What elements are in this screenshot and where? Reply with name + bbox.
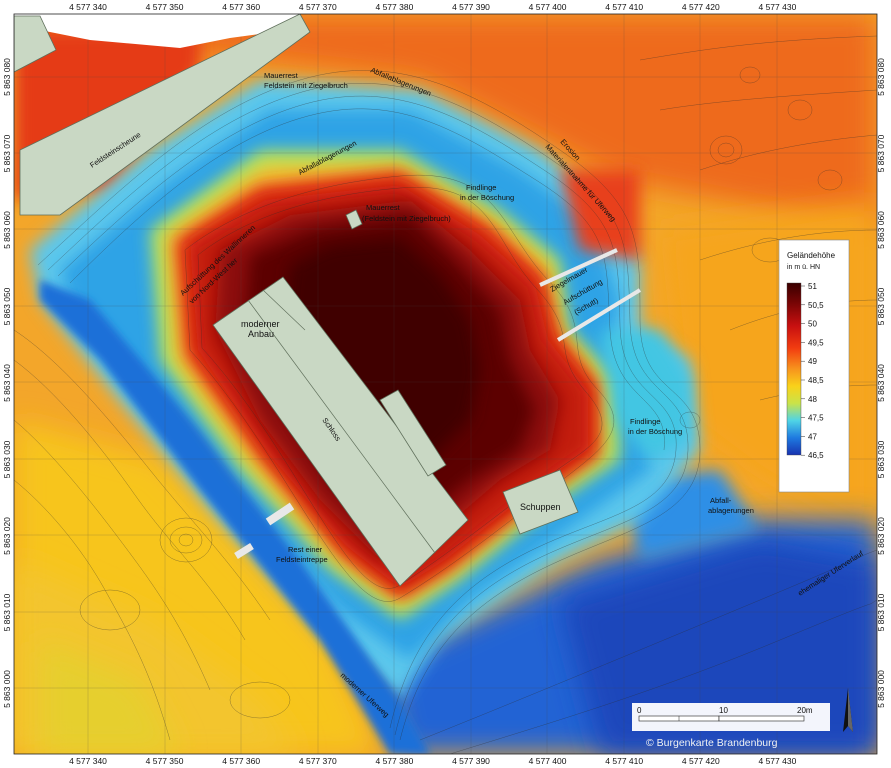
x-tick-label-bottom: 4 577 360 (222, 756, 260, 766)
label-mauerrest-mid-2: (Feldstein mit Ziegelbruch) (362, 214, 451, 223)
y-tick-label-left: 5 863 060 (2, 211, 12, 249)
y-tick-label-right: 5 863 040 (876, 364, 886, 402)
x-tick-label-bottom: 4 577 400 (529, 756, 567, 766)
x-tick-label-bottom: 4 577 390 (452, 756, 490, 766)
x-tick-label-top: 4 577 430 (758, 2, 796, 12)
label-mauerrest-top-2: Feldstein mit Ziegelbruch (264, 81, 348, 90)
scale-bar: 0 10 20m (632, 703, 830, 731)
elevation-legend: Geländehöhe in m ü. HN 51 50,5 50 49,5 49 48,… (778, 239, 850, 493)
y-tick-label-right: 5 863 050 (876, 287, 886, 325)
elevation-raster: Feldsteinscheune Mauerrest Feldstein mit… (14, 14, 877, 754)
y-tick-label-right: 5 863 000 (876, 670, 886, 708)
y-tick-label-right: 5 863 080 (876, 58, 886, 96)
legend-color-ramp (786, 282, 802, 456)
label-mauerrest-mid: Mauerrest (366, 203, 401, 212)
label-schuppen: Schuppen (520, 502, 561, 512)
y-tick-label-left: 5 863 080 (2, 58, 12, 96)
x-tick-label-top: 4 577 360 (222, 2, 260, 12)
scale-label-0: 0 (637, 706, 642, 715)
legend-value: 50,5 (808, 301, 824, 310)
scale-label-20: 20m (797, 706, 813, 715)
y-tick-label-right: 5 863 060 (876, 211, 886, 249)
y-tick-label-left: 5 863 000 (2, 670, 12, 708)
x-tick-label-bottom: 4 577 340 (69, 756, 107, 766)
y-tick-label-left: 5 863 050 (2, 287, 12, 325)
elevation-map: Feldsteinscheune Mauerrest Feldstein mit… (0, 0, 891, 768)
y-tick-label-left: 5 863 070 (2, 134, 12, 172)
x-tick-label-top: 4 577 400 (529, 2, 567, 12)
x-tick-label-bottom: 4 577 430 (758, 756, 796, 766)
y-axis-left: 5 863 080 5 863 070 5 863 060 5 863 050 5 86… (2, 58, 12, 708)
label-findlinge-2: Findlinge (630, 417, 660, 426)
y-tick-label-left: 5 863 020 (2, 517, 12, 555)
y-axis-right: 5 863 080 5 863 070 5 863 060 5 863 050 5 86… (876, 58, 886, 708)
legend-value: 47,5 (808, 414, 824, 423)
x-tick-label-bottom: 4 577 350 (146, 756, 184, 766)
x-tick-label-bottom: 4 577 380 (375, 756, 413, 766)
x-tick-label-top: 4 577 350 (146, 2, 184, 12)
scale-label-10: 10 (719, 706, 728, 715)
x-tick-label-top: 4 577 340 (69, 2, 107, 12)
y-tick-label-left: 5 863 040 (2, 364, 12, 402)
y-tick-label-right: 5 863 030 (876, 440, 886, 478)
label-rest-treppe: Rest einer (288, 545, 323, 554)
label-findlinge-1b: in der Böschung (460, 193, 514, 202)
legend-value: 51 (808, 282, 817, 291)
label-mauerrest-top: Mauerrest (264, 71, 299, 80)
label-abfall-right-2: ablagerungen (708, 506, 754, 515)
legend-value: 49 (808, 357, 817, 366)
x-tick-label-bottom: 4 577 410 (605, 756, 643, 766)
x-tick-label-top: 4 577 420 (682, 2, 720, 12)
label-anbau: Anbau (248, 329, 274, 339)
legend-unit: in m ü. HN (787, 264, 820, 271)
label-findlinge-1: Findlinge (466, 183, 496, 192)
copyright-text: © Burgenkarte Brandenburg (646, 737, 778, 749)
legend-value: 47 (808, 432, 817, 441)
legend-title: Geländehöhe (787, 251, 836, 260)
y-tick-label-right: 5 863 010 (876, 593, 886, 631)
legend-value: 46,5 (808, 451, 824, 460)
y-tick-label-right: 5 863 070 (876, 134, 886, 172)
y-tick-label-left: 5 863 030 (2, 440, 12, 478)
x-tick-label-bottom: 4 577 370 (299, 756, 337, 766)
x-tick-label-top: 4 577 410 (605, 2, 643, 12)
legend-value: 50 (808, 320, 817, 329)
x-tick-label-top: 4 577 380 (375, 2, 413, 12)
x-tick-label-top: 4 577 370 (299, 2, 337, 12)
legend-value: 49,5 (808, 338, 824, 347)
x-tick-label-bottom: 4 577 420 (682, 756, 720, 766)
y-tick-label-right: 5 863 020 (876, 517, 886, 555)
label-abfall-right: Abfall- (710, 496, 732, 505)
label-findlinge-2b: in der Böschung (628, 427, 682, 436)
label-moderner: moderner (241, 319, 280, 329)
legend-value: 48 (808, 395, 817, 404)
label-rest-treppe-2: Feldsteintreppe (276, 555, 328, 564)
legend-value: 48,5 (808, 376, 824, 385)
y-tick-label-left: 5 863 010 (2, 593, 12, 631)
x-tick-label-top: 4 577 390 (452, 2, 490, 12)
